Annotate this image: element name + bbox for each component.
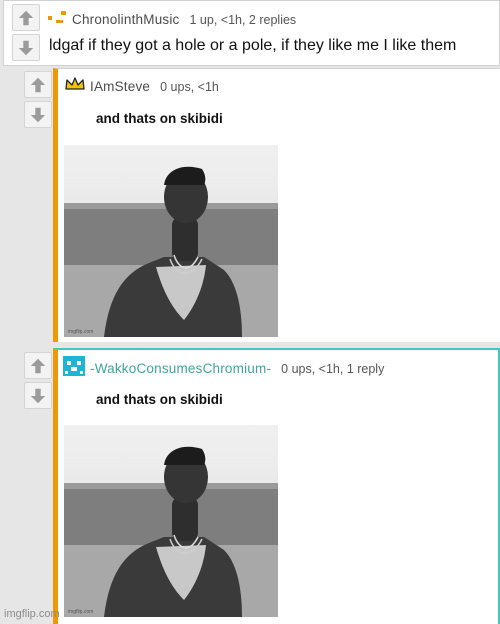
pixel-dashes-icon (46, 9, 68, 30)
downvote-button[interactable] (24, 101, 52, 128)
comment-meta: 0 ups, <1h (160, 79, 219, 94)
arrow-down-icon (29, 387, 47, 405)
comment-meta: 0 ups, <1h, 1 reply (281, 361, 385, 376)
username[interactable]: IAmSteve (90, 79, 150, 94)
arrow-down-icon (29, 106, 47, 124)
comment-chronolinthmusic: ChronolinthMusic 1 up, <1h, 2 replies ld… (3, 0, 500, 66)
vote-controls (12, 4, 40, 64)
comment-header: -WakkoConsumesChromium- 0 ups, <1h, 1 re… (62, 355, 384, 382)
vote-controls-iamsteve (24, 71, 52, 131)
meme-caption: and thats on skibidi (96, 392, 223, 407)
comment-header: IAmSteve 0 ups, <1h (64, 76, 219, 97)
crown-icon (64, 76, 86, 97)
vote-controls-wakko (24, 352, 52, 412)
meme-caption: and thats on skibidi (96, 111, 223, 126)
comment-header: ChronolinthMusic 1 up, <1h, 2 replies (46, 9, 296, 30)
comment-text: ldgaf if they got a hole or a pole, if t… (49, 37, 457, 54)
pixel-ghost-icon (62, 355, 86, 382)
arrow-up-icon (29, 357, 47, 375)
arrow-down-icon (17, 39, 35, 57)
imgflip-watermark: imgflip.com (4, 608, 60, 620)
arrow-up-icon (29, 76, 47, 94)
username[interactable]: ChronolinthMusic (72, 12, 180, 27)
downvote-button[interactable] (12, 34, 40, 61)
shirtless-man-on-beach-photo[interactable] (64, 425, 278, 617)
shirtless-man-on-beach-photo[interactable] (64, 145, 278, 337)
downvote-button[interactable] (24, 382, 52, 409)
username[interactable]: -WakkoConsumesChromium- (90, 361, 271, 376)
upvote-button[interactable] (24, 352, 52, 379)
arrow-up-icon (17, 9, 35, 27)
upvote-button[interactable] (24, 71, 52, 98)
comment-meta: 1 up, <1h, 2 replies (189, 12, 297, 27)
upvote-button[interactable] (12, 4, 40, 31)
